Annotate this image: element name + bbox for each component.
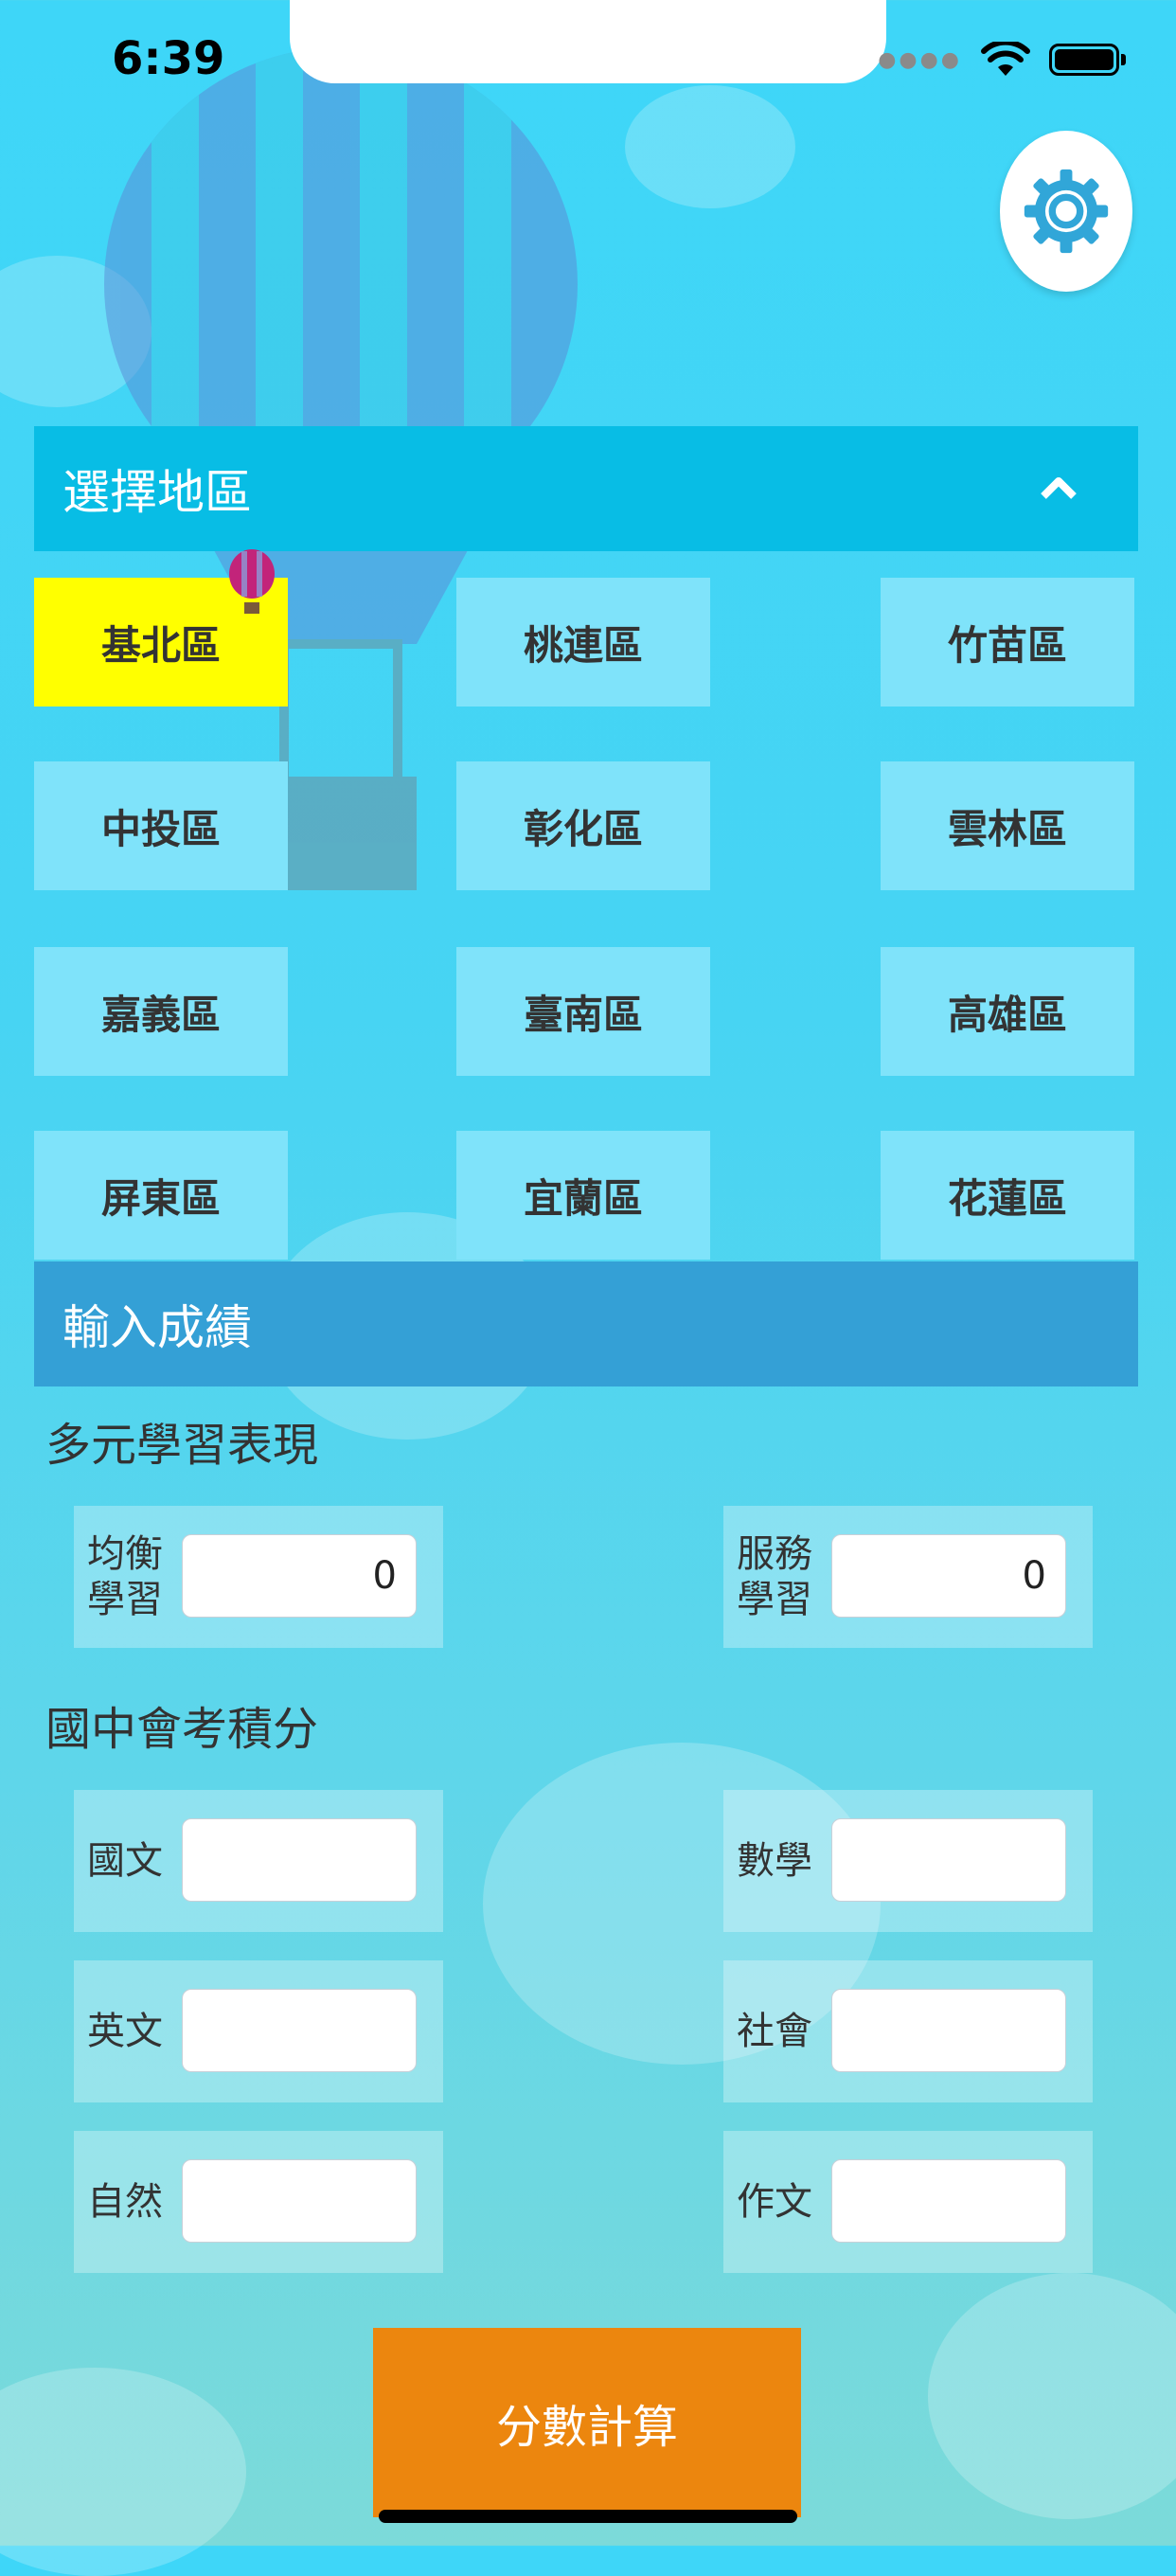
balanced-learning-input[interactable]: 0 [182,1534,417,1618]
device-notch [290,0,886,83]
science-score-label: 自然 [87,2180,163,2224]
region-button-label: 花蓮區 [947,1174,1067,1222]
region-button-label: 嘉義區 [100,991,221,1038]
english-score-label: 英文 [87,2010,163,2053]
math-score-label: 數學 [737,1839,812,1883]
service-learning-label: 服務 學習 [737,1532,812,1621]
service-learning-card: 服務 學習 0 [723,1506,1093,1648]
chevron-up-icon[interactable] [1040,468,1078,506]
science-score-input[interactable] [182,2159,417,2243]
chinese-score-card: 國文 [74,1790,443,1932]
status-time: 6:39 [112,32,225,85]
region-button-hualien[interactable]: 花蓮區 [881,1131,1134,1260]
calculate-score-button[interactable]: 分數計算 [373,2328,801,2517]
region-button-label: 中投區 [100,805,221,852]
region-button-changhua[interactable]: 彰化區 [456,761,710,890]
region-button-label: 竹苗區 [947,621,1067,669]
service-learning-input[interactable]: 0 [831,1534,1066,1618]
english-score-input[interactable] [182,1989,417,2072]
signal-dots: ●●●● [878,47,962,72]
background-cloud [0,2368,246,2576]
score-section-title: 輸入成績 [62,1300,252,1355]
region-button-yilan[interactable]: 宜蘭區 [456,1131,710,1260]
region-button-label: 屏東區 [100,1174,221,1222]
calculate-score-label: 分數計算 [495,2401,678,2454]
english-score-card: 英文 [74,1960,443,2102]
region-button-label: 基北區 [100,621,221,669]
balanced-learning-label: 均衡 學習 [87,1532,163,1621]
math-score-input[interactable] [831,1818,1066,1902]
region-button-hsinchu-miaoli[interactable]: 竹苗區 [881,578,1134,707]
math-score-card: 數學 [723,1790,1093,1932]
composition-score-card: 作文 [723,2131,1093,2273]
region-button-chiayi[interactable]: 嘉義區 [34,947,288,1076]
region-button-taoyuan-lienchiang[interactable]: 桃連區 [456,578,710,707]
balloon-marker-icon [229,549,275,614]
battery-icon [1049,44,1126,76]
science-score-card: 自然 [74,2131,443,2273]
social-score-label: 社會 [737,2010,812,2053]
region-button-pingtung[interactable]: 屏東區 [34,1131,288,1260]
region-button-tainan[interactable]: 臺南區 [456,947,710,1076]
region-button-kaohsiung[interactable]: 高雄區 [881,947,1134,1076]
social-score-input[interactable] [831,1989,1066,2072]
background-cloud [928,2273,1176,2519]
status-indicators: ●●●● [878,42,1126,78]
region-section-header[interactable]: 選擇地區 [34,426,1138,551]
region-button-label: 桃連區 [523,621,643,669]
settings-button[interactable] [1000,131,1132,292]
region-button-yunlin[interactable]: 雲林區 [881,761,1134,890]
wifi-icon [981,42,1030,76]
composition-score-input[interactable] [831,2159,1066,2243]
exam-score-title: 國中會考積分 [45,1703,319,1756]
region-section-title: 選擇地區 [62,465,252,520]
region-button-label: 雲林區 [947,805,1067,852]
chinese-score-input[interactable] [182,1818,417,1902]
region-button-label: 宜蘭區 [523,1174,643,1222]
diverse-learning-title: 多元學習表現 [45,1419,319,1472]
region-button-label: 臺南區 [523,991,643,1038]
region-button-label: 高雄區 [947,991,1067,1038]
social-score-card: 社會 [723,1960,1093,2102]
composition-score-label: 作文 [737,2180,812,2224]
background-cloud [625,85,795,208]
chinese-score-label: 國文 [87,1839,163,1883]
balanced-learning-card: 均衡 學習 0 [74,1506,443,1648]
score-section-header: 輸入成績 [34,1261,1138,1386]
region-button-taichung-nantou[interactable]: 中投區 [34,761,288,890]
gear-icon [1024,169,1109,254]
region-button-label: 彰化區 [523,805,643,852]
home-indicator[interactable] [379,2510,797,2523]
